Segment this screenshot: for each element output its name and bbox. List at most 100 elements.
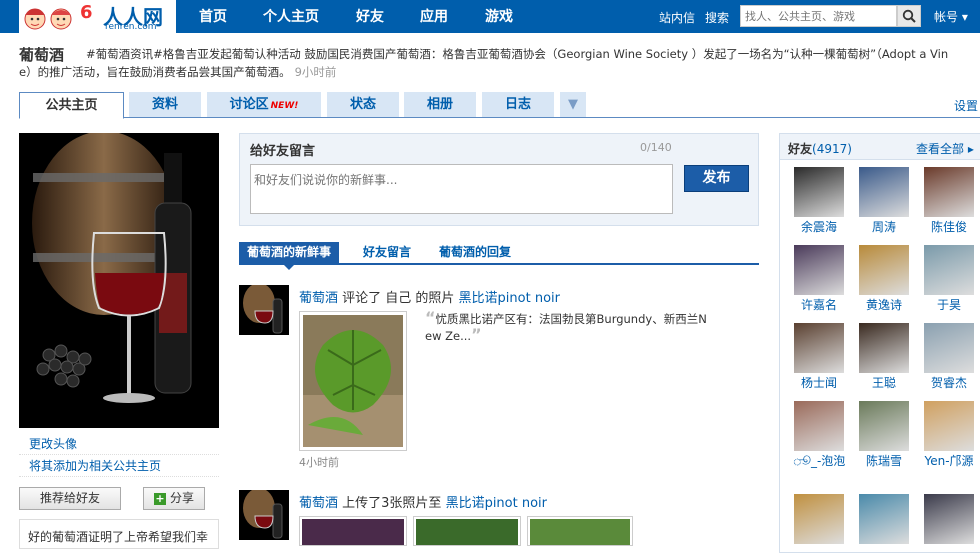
friend-name[interactable]: 黄逸诗 [854, 298, 914, 313]
friend-name[interactable]: 周涛 [854, 220, 914, 235]
recommend-to-friends-button[interactable]: 推荐给好友 [19, 487, 121, 510]
friend-item[interactable]: 周涛 [854, 167, 914, 235]
tab-blog[interactable]: 日志 [482, 92, 554, 117]
friends-label: 好友 [788, 142, 813, 156]
tabs-more-button[interactable]: ▼ [560, 92, 586, 117]
quote-line-2: ew Ze... [425, 329, 472, 343]
view-all-friends-link[interactable]: 查看全部 ▸ [916, 140, 974, 157]
leave-message-panel: 给好友留言 0/140 发布 [239, 133, 759, 226]
feed-photo-thumb-1[interactable] [299, 516, 407, 546]
friend-avatar[interactable] [794, 245, 844, 295]
nav-games[interactable]: 游戏 [485, 6, 513, 26]
message-input[interactable] [250, 164, 673, 214]
settings-link[interactable]: 设置 [954, 97, 978, 114]
publish-button[interactable]: 发布 [684, 165, 749, 192]
wine-thumb-icon [239, 285, 289, 335]
friend-item[interactable]: 陈佳俊 [919, 167, 979, 235]
friend-avatar[interactable] [859, 245, 909, 295]
feed-avatar-2[interactable] [239, 490, 289, 540]
feed-actor-link[interactable]: 葡萄酒 [299, 291, 338, 306]
add-related-page-link[interactable]: 将其添加为相关公共主页 [19, 455, 219, 477]
chevron-down-icon: ▾ [961, 10, 968, 24]
friend-avatar[interactable] [924, 401, 974, 451]
friends-panel: 好友(4917) 查看全部 ▸ 余震海 周涛 陈佳俊许嘉名 黄逸诗 于昊杨士闻 王聪 贺睿杰… [779, 133, 980, 553]
change-avatar-link[interactable]: 更改头像 [19, 433, 219, 455]
friend-item[interactable]: 王聪 [854, 323, 914, 391]
friend-item[interactable]: 余震海 [789, 167, 849, 235]
tab-public-home[interactable]: 公共主页 [19, 92, 124, 119]
nav-apps[interactable]: 应用 [420, 6, 448, 26]
friend-avatar[interactable] [794, 494, 844, 544]
tab-info[interactable]: 资料 [129, 92, 201, 117]
tab-status[interactable]: 状态 [327, 92, 399, 117]
friend-item[interactable]: ூ_-泡泡 [789, 401, 849, 469]
friend-avatar[interactable] [794, 167, 844, 217]
tab-album[interactable]: 相册 [404, 92, 476, 117]
search-link[interactable]: 搜索 [705, 9, 729, 26]
share-button[interactable]: + 分享 [143, 487, 205, 510]
friend-item[interactable] [854, 494, 914, 547]
friend-item[interactable]: 杨士闻 [789, 323, 849, 391]
nav-home[interactable]: 首页 [199, 6, 227, 26]
feed-tabs: 葡萄酒的新鲜事 好友留言 葡萄酒的回复 [239, 242, 759, 270]
friend-avatar[interactable] [794, 323, 844, 373]
friend-avatar[interactable] [794, 401, 844, 451]
nav-friends[interactable]: 好友 [356, 6, 384, 26]
friend-avatar[interactable] [924, 494, 974, 544]
friend-name[interactable]: 许嘉名 [789, 298, 849, 313]
friend-item[interactable]: 许嘉名 [789, 245, 849, 313]
tab-forum[interactable]: 讨论区 NEW! [207, 92, 321, 117]
friend-avatar[interactable] [924, 245, 974, 295]
view-all-label: 查看全部 [916, 142, 965, 156]
friend-avatar[interactable] [924, 323, 974, 373]
friend-name[interactable]: 王聪 [854, 376, 914, 391]
friend-name[interactable]: 于昊 [919, 298, 979, 313]
feed-photo-thumb-2[interactable] [413, 516, 521, 546]
friend-name[interactable]: Yen-邝源 [919, 454, 979, 469]
feed-photo-thumb-3[interactable] [527, 516, 633, 546]
feed-avatar[interactable] [239, 285, 289, 335]
friend-item[interactable]: 陈瑞雪 [854, 401, 914, 469]
feed-action-text-2: 上传了3张照片至 [338, 496, 446, 511]
renren-logo[interactable]: 6 人人网 renren.com [19, 0, 176, 33]
grape-photo [302, 519, 404, 545]
tab-forum-label: 讨论区 [229, 97, 269, 112]
search-input[interactable] [740, 5, 897, 27]
friend-avatar[interactable] [859, 401, 909, 451]
friend-item[interactable] [789, 494, 849, 547]
char-counter: 0/140 [640, 141, 672, 154]
friend-name[interactable]: 陈瑞雪 [854, 454, 914, 469]
friend-item[interactable]: 于昊 [919, 245, 979, 313]
friend-name[interactable]: ூ_-泡泡 [789, 454, 849, 469]
friend-item[interactable]: 贺睿杰 [919, 323, 979, 391]
friends-header: 好友(4917) 查看全部 ▸ [780, 134, 980, 160]
account-label: 帐号 [934, 10, 959, 24]
friend-avatar[interactable] [859, 167, 909, 217]
search-button[interactable] [897, 5, 921, 27]
friend-item[interactable]: 黄逸诗 [854, 245, 914, 313]
feed-album-link-2[interactable]: 黑比诺pinot noir [446, 496, 547, 511]
friend-name[interactable]: 杨士闻 [789, 376, 849, 391]
friend-name[interactable]: 陈佳俊 [919, 220, 979, 235]
friend-item[interactable]: Yen-邝源 [919, 401, 979, 469]
tab-friend-messages[interactable]: 好友留言 [355, 242, 419, 263]
tab-page-replies[interactable]: 葡萄酒的回复 [431, 242, 519, 263]
feed-action-text: 评论了 自己 的照片 [338, 291, 459, 306]
feed-album-link[interactable]: 黑比诺pinot noir [459, 291, 560, 306]
account-menu[interactable]: 帐号 ▾ [934, 8, 968, 25]
messages-link[interactable]: 站内信 [659, 9, 695, 26]
feed-photo[interactable] [299, 311, 407, 451]
avatar[interactable] [19, 133, 219, 428]
friend-avatar[interactable] [859, 494, 909, 544]
feed-time: 4小时前 [299, 456, 339, 469]
friend-avatar[interactable] [859, 323, 909, 373]
feed-actor-link-2[interactable]: 葡萄酒 [299, 496, 338, 511]
friend-name[interactable]: 余震海 [789, 220, 849, 235]
friend-avatar[interactable] [924, 167, 974, 217]
nav-profile[interactable]: 个人主页 [263, 6, 319, 26]
friend-name[interactable]: 贺睿杰 [919, 376, 979, 391]
quote-line-1: 忧质黑比诺产区有：法国勃艮第Burgundy、新西兰N [435, 312, 707, 326]
tab-page-news[interactable]: 葡萄酒的新鲜事 [239, 242, 340, 270]
close-quote-icon: ” [471, 325, 482, 344]
friend-item[interactable] [919, 494, 979, 547]
